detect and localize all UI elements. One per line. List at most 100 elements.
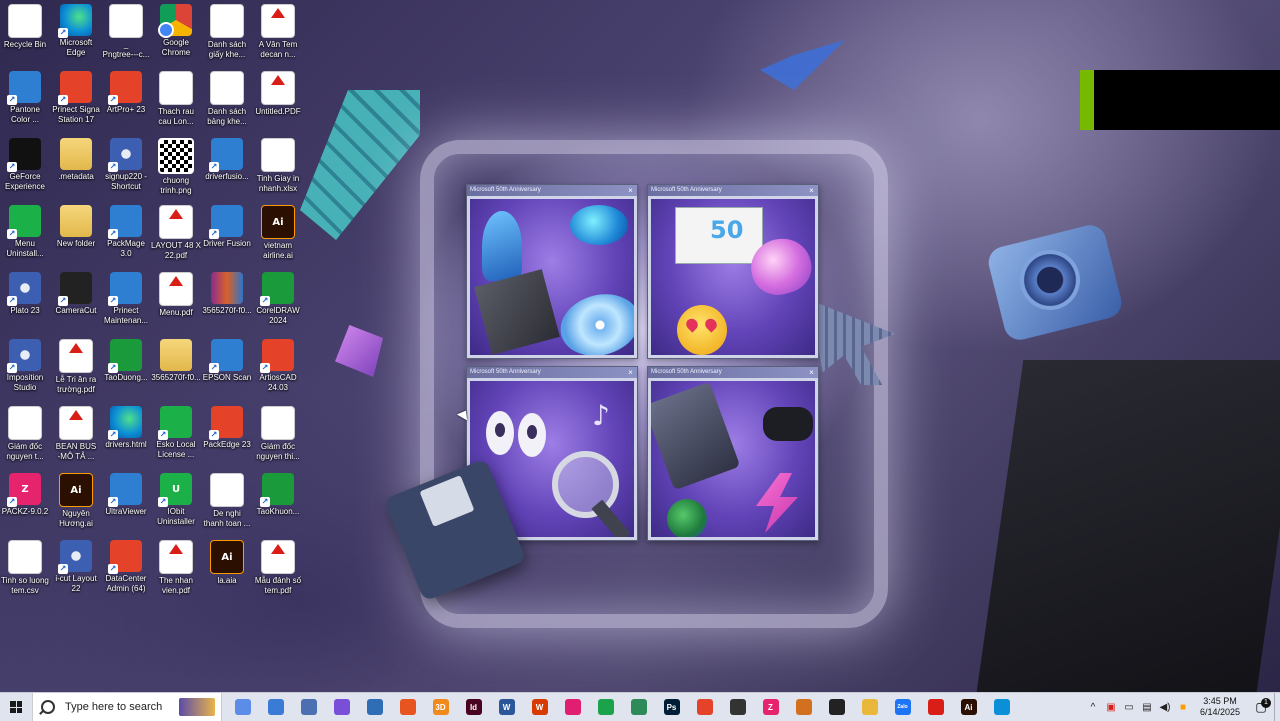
window-title: Microsoft 50th Anniversary × [648, 367, 818, 378]
taskbar-app-packedge[interactable] [787, 693, 820, 721]
desktop-icon[interactable]: Prinect Signa Station 17 [51, 67, 101, 125]
taskbar-app-maps[interactable] [292, 693, 325, 721]
desktop-icon[interactable]: UltraViewer [101, 469, 151, 517]
desktop-icon[interactable]: X Tinh so luong tem.csv [0, 536, 50, 596]
taskbar-app-calculator[interactable] [358, 693, 391, 721]
desktop-icon[interactable]: ArtiosCAD 24.03 [253, 335, 303, 393]
search-box[interactable]: Type here to search [32, 693, 222, 721]
window-title: Microsoft 50th Anniversary × [648, 185, 818, 196]
taskbar-app-artpro[interactable] [391, 693, 424, 721]
desktop-icon-label: Menu Uninstall... [6, 239, 44, 258]
desktop-icon[interactable]: Giám đốc nguyen t... [0, 402, 50, 462]
window-content [651, 381, 815, 537]
taskbar-app-pantone[interactable] [622, 693, 655, 721]
taskbar-app-illustrator[interactable]: Ai [952, 693, 985, 721]
desktop-icon[interactable]: PDF A Vân Tem decan n... [253, 0, 303, 60]
desktop-icon[interactable]: TaoDuong... [101, 335, 151, 383]
taskbar-app-office[interactable]: W [523, 693, 556, 721]
desktop-icon[interactable]: Microsoft Edge [51, 0, 101, 58]
desktop-icon[interactable]: Driver Fusion [202, 201, 252, 249]
taskbar-app-scanner[interactable] [259, 693, 292, 721]
taskbar-app-artioscad[interactable] [688, 693, 721, 721]
taskbar-app-coreldraw[interactable] [589, 693, 622, 721]
start-button[interactable] [0, 693, 32, 721]
desktop-icon[interactable]: Z PACKZ-9.0.2 [0, 469, 50, 517]
desktop-icon[interactable]: PackMage 3.0 [101, 201, 151, 259]
screen-icon[interactable]: ▭ [1121, 693, 1137, 721]
desktop-icon[interactable]: drivers.html [101, 402, 151, 450]
playing-cards-icon [651, 381, 741, 491]
desktop-icon[interactable]: Menu Uninstall... [0, 201, 50, 259]
desktop-icon[interactable]: X Tinh Giay in nhanh.xlsx [253, 134, 303, 194]
packz-icon: Z [762, 699, 779, 715]
desktop-icon[interactable]: chuong trinh.png [151, 134, 201, 196]
desktop-icon[interactable]: Recycle Bin [0, 0, 50, 50]
desktop-icon[interactable]: PDF Menu.pdf [151, 268, 201, 318]
desktop-icon[interactable]: PDF The nhan vien.pdf [151, 536, 201, 596]
show-desktop-button[interactable] [1274, 693, 1280, 721]
desktop-icon[interactable]: driverfusio... [202, 134, 252, 182]
desktop-icon[interactable]: Google Chrome [151, 0, 201, 58]
taskbar-app-photoshop[interactable]: Ps [655, 693, 688, 721]
taskbar-app-zalo[interactable]: Zalo [886, 693, 919, 721]
taskbar-app-indesign[interactable]: Id [457, 693, 490, 721]
prinect-signa-icon [58, 71, 92, 105]
show-hidden-icons-chevron-icon[interactable]: ^ [1085, 693, 1101, 721]
desktop-icon[interactable]: Esko Local License ... [151, 402, 201, 460]
desktop-icon[interactable]: PDF LAYOUT 48 X 22.pdf [151, 201, 201, 261]
desktop-icon[interactable]: EPSON Scan [202, 335, 252, 383]
desktop-icon[interactable]: PDF Mẫu đánh số tem.pdf [253, 536, 303, 596]
taskbar-app-edge[interactable] [985, 693, 1018, 721]
taskbar-app-apps-grid[interactable] [721, 693, 754, 721]
desktop-icon[interactable]: PDF BEAN BUS -MÔ TẢ ... [51, 402, 101, 462]
desktop-icon[interactable]: CameraCut [51, 268, 101, 316]
taskbar-app-record[interactable] [556, 693, 589, 721]
desktop-icon[interactable]: TaoKhuon... [253, 469, 303, 517]
desktop-icon[interactable]: Imposition Studio [0, 335, 50, 393]
desktop-icon[interactable]: 3565270f-f0... [151, 335, 201, 383]
desktop-icon[interactable]: PDF Untitled.PDF [253, 67, 303, 117]
desktop-icon[interactable]: Pantone Color ... [0, 67, 50, 125]
desktop-icon[interactable]: .metadata [51, 134, 101, 182]
desktop-icon-label: Google Chrome [161, 38, 191, 57]
desktop-icon[interactable]: Ai Nguyên Hương.ai [51, 469, 101, 529]
desktop-icon[interactable]: New folder [51, 201, 101, 249]
desktop-icon[interactable]: Ai la.aia [202, 536, 252, 586]
desktop-icon[interactable]: Prinect Maintenan... [101, 268, 151, 326]
desktop-icon[interactable]: 3565270f-f0... [202, 268, 252, 316]
network-icon[interactable]: ▤ [1139, 693, 1155, 721]
desktop-icon[interactable]: X Danh sách bảng khe... [202, 67, 252, 127]
desktop-icon[interactable]: i-cut Layout 22 [51, 536, 101, 594]
taskbar-app-3d-viewer[interactable]: 3D [424, 693, 457, 721]
desktop-icon[interactable]: GeForce Experience [0, 134, 50, 192]
desktop-icon[interactable]: Thach rau cau Lon... [151, 67, 201, 127]
desktop-icon[interactable]: CorelDRAW 2024 [253, 268, 303, 326]
taskbar-app-acrobat[interactable] [919, 693, 952, 721]
desktop-icon[interactable]: _ Pngtree---c... [101, 0, 151, 60]
taskbar-app-packz[interactable]: Z [754, 693, 787, 721]
acrobat-tray-icon[interactable]: ▣ [1103, 693, 1119, 721]
taskbar-app-cortana[interactable] [226, 693, 259, 721]
taskbar-app-file-explorer[interactable] [853, 693, 886, 721]
desktop-icon-label: Tinh so luong tem.csv [1, 576, 49, 595]
ai-tray-icon[interactable]: ■ [1175, 693, 1191, 721]
volume-icon[interactable]: ◀) [1157, 693, 1173, 721]
taskbar-app-photos[interactable] [325, 693, 358, 721]
icon-badge-text: Ai [70, 484, 82, 496]
pantone-icon [630, 699, 647, 715]
desktop-icon[interactable]: Giám đốc nguyen thi... [253, 402, 303, 462]
taskbar-app-word[interactable]: W [490, 693, 523, 721]
desktop-icon[interactable]: signup220 - Shortcut [101, 134, 151, 192]
notification-center-icon[interactable]: ▢ 1 [1248, 693, 1274, 721]
clock[interactable]: 3:45 PM 6/14/2025 [1196, 696, 1244, 718]
desktop-icon[interactable]: U IObit Uninstaller [151, 469, 201, 527]
desktop-icon[interactable]: ArtPro+ 23 [101, 67, 151, 115]
taskbar-app-obs[interactable] [820, 693, 853, 721]
desktop-icon[interactable]: PDF Lễ Tri ân ra trường.pdf [51, 335, 101, 395]
desktop-icon[interactable]: W De nghi thanh toan ... [202, 469, 252, 529]
desktop-icon[interactable]: PackEdge 23 [202, 402, 252, 450]
desktop-icon[interactable]: DataCenter Admin (64) [101, 536, 151, 594]
desktop-icon[interactable]: X Danh sách giấy khe... [202, 0, 252, 60]
desktop-icon[interactable]: Ai vietnam airline.ai [253, 201, 303, 261]
desktop-icon[interactable]: Plato 23 [0, 268, 50, 316]
